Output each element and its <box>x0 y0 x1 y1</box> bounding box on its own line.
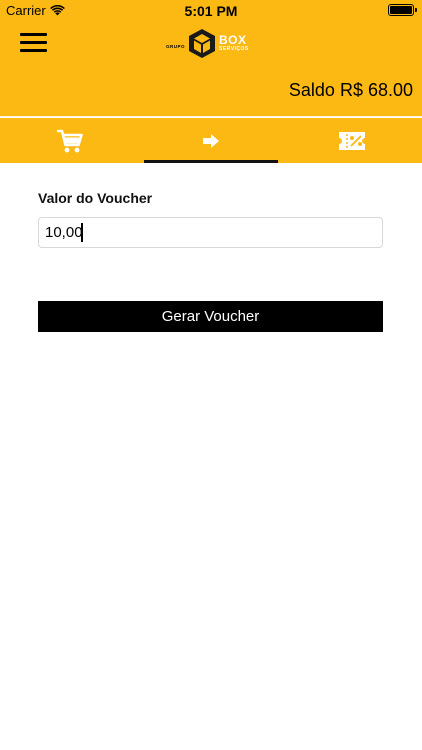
tab-bar <box>0 118 422 163</box>
tab-transfer[interactable] <box>141 118 282 163</box>
voucher-percent-icon <box>338 131 365 150</box>
tab-cart[interactable] <box>0 118 141 163</box>
hamburger-line <box>20 49 47 52</box>
gerar-voucher-button[interactable]: Gerar Voucher <box>38 301 383 332</box>
battery-icon <box>388 4 417 16</box>
clock: 5:01 PM <box>184 3 238 19</box>
hamburger-line <box>20 33 47 36</box>
voucher-value-input[interactable] <box>38 217 383 248</box>
logo-wordmark: BOX SERVIÇOS <box>219 34 249 52</box>
status-bar: Carrier 5:01 PM <box>0 0 422 22</box>
logo-grupo-text: GRUPO <box>166 43 186 49</box>
app-header: Carrier 5:01 PM GRUPO BOX SERVIÇOS Saldo… <box>0 0 422 117</box>
tab-vouchers[interactable] <box>281 118 422 163</box>
cart-icon <box>57 129 84 152</box>
balance-label: Saldo R$ 68.00 <box>288 80 413 100</box>
brand-logo: GRUPO BOX SERVIÇOS <box>166 27 258 59</box>
voucher-value-label: Valor do Voucher <box>38 190 153 206</box>
menu-button[interactable] <box>20 33 47 53</box>
voucher-form: Valor do Voucher Gerar Voucher <box>38 190 383 332</box>
text-caret <box>81 223 83 242</box>
logo-box-text: BOX <box>219 33 247 47</box>
box-logo-icon <box>189 28 216 58</box>
arrow-right-icon <box>203 133 219 148</box>
active-tab-indicator <box>143 160 279 163</box>
logo-servicos-text: SERVIÇOS <box>219 46 249 52</box>
hamburger-line <box>20 41 47 44</box>
